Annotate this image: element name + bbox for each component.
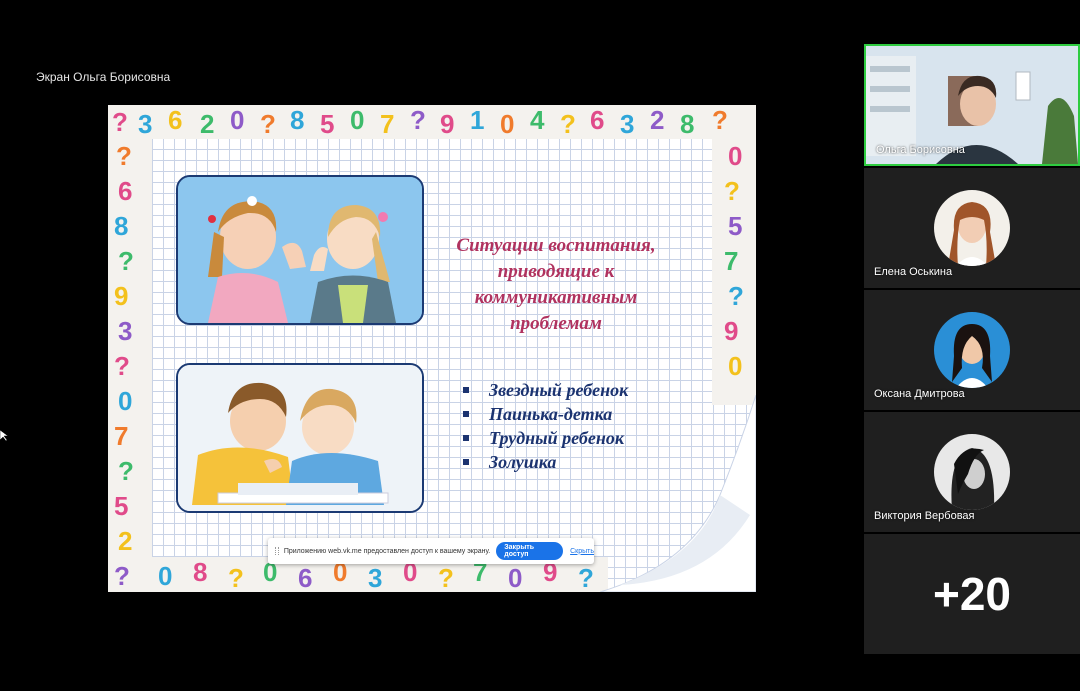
svg-text:?: ? xyxy=(114,351,130,381)
participant-tile[interactable]: Оксана Дмитрова xyxy=(864,290,1080,410)
slide-title-line: приводящие к xyxy=(497,261,615,282)
svg-text:0: 0 xyxy=(118,386,132,416)
svg-text:7: 7 xyxy=(114,421,128,451)
shared-slide: ? 3 6 2 0 ? 8 5 0 7 ? 9 1 0 4 ? 6 3 2 8 … xyxy=(108,105,756,592)
svg-text:?: ? xyxy=(410,105,426,135)
bullet-square-icon xyxy=(463,459,469,465)
avatar xyxy=(934,312,1010,388)
svg-text:5: 5 xyxy=(114,491,128,521)
participant-name: Елена Оськина xyxy=(874,266,953,278)
participant-name: Виктория Вербовая xyxy=(874,510,975,522)
slide-title-line: проблемам xyxy=(510,313,602,334)
svg-text:0: 0 xyxy=(230,105,244,135)
boys-photo xyxy=(176,363,424,513)
drag-handle-icon[interactable] xyxy=(275,547,279,555)
svg-text:2: 2 xyxy=(118,526,132,556)
screen-share-notice: Приложению web.vk.me предоставлен доступ… xyxy=(268,538,594,564)
stop-sharing-button[interactable]: Закрыть доступ xyxy=(496,542,564,560)
svg-text:0: 0 xyxy=(500,109,514,139)
svg-text:6: 6 xyxy=(118,176,132,206)
svg-text:3: 3 xyxy=(138,109,152,139)
svg-text:8: 8 xyxy=(290,105,304,135)
svg-text:?: ? xyxy=(560,109,576,139)
svg-text:3: 3 xyxy=(368,563,382,592)
slide-title: Ситуации воспитания, приводящие к коммун… xyxy=(438,233,674,337)
svg-text:?: ? xyxy=(728,281,744,311)
svg-text:?: ? xyxy=(260,109,276,139)
svg-text:0: 0 xyxy=(158,561,172,591)
svg-text:3: 3 xyxy=(620,109,634,139)
bullet-square-icon xyxy=(463,435,469,441)
svg-text:8: 8 xyxy=(680,109,694,139)
svg-text:9: 9 xyxy=(114,281,128,311)
svg-text:2: 2 xyxy=(200,109,214,139)
svg-text:8: 8 xyxy=(114,211,128,241)
svg-text:?: ? xyxy=(112,107,128,137)
list-item-text: Золушка xyxy=(489,452,557,472)
hide-notice-link[interactable]: Скрыть xyxy=(570,548,594,555)
girls-photo xyxy=(176,175,424,325)
svg-text:3: 3 xyxy=(118,316,132,346)
slide-title-line: Ситуации воспитания, xyxy=(456,235,656,256)
participant-tile-active-speaker[interactable]: Ольга Борисовна xyxy=(864,44,1080,166)
svg-text:5: 5 xyxy=(728,211,742,241)
svg-text:0: 0 xyxy=(350,105,364,135)
svg-text:?: ? xyxy=(578,563,594,592)
bullet-square-icon xyxy=(463,387,469,393)
svg-text:0: 0 xyxy=(728,141,742,171)
svg-text:?: ? xyxy=(438,563,454,592)
svg-text:?: ? xyxy=(228,563,244,592)
svg-text:?: ? xyxy=(712,105,728,135)
svg-text:5: 5 xyxy=(320,109,334,139)
participant-tile[interactable]: Елена Оськина xyxy=(864,168,1080,288)
participant-tile[interactable]: Виктория Вербовая xyxy=(864,412,1080,532)
mouse-cursor-icon xyxy=(0,430,8,442)
svg-text:4: 4 xyxy=(530,105,545,135)
svg-text:9: 9 xyxy=(440,109,454,139)
svg-text:?: ? xyxy=(114,561,130,591)
svg-text:1: 1 xyxy=(470,105,484,135)
more-participants-tile[interactable]: +20 xyxy=(864,534,1080,654)
slide-title-line: коммуникативным xyxy=(474,287,638,308)
avatar xyxy=(934,190,1010,266)
svg-text:8: 8 xyxy=(193,557,207,587)
more-participants-count: +20 xyxy=(932,568,1012,620)
list-item-text: Паинька-детка xyxy=(489,404,613,424)
svg-text:6: 6 xyxy=(298,563,312,592)
avatar xyxy=(934,434,1010,510)
svg-text:6: 6 xyxy=(168,105,182,135)
svg-text:0: 0 xyxy=(728,351,742,381)
svg-text:7: 7 xyxy=(380,109,394,139)
svg-text:6: 6 xyxy=(590,105,604,135)
svg-text:?: ? xyxy=(724,176,740,206)
svg-text:?: ? xyxy=(116,141,132,171)
share-notice-text: Приложению web.vk.me предоставлен доступ… xyxy=(283,547,491,555)
svg-text:?: ? xyxy=(118,246,134,276)
screen-share-label: Экран Ольга Борисовна xyxy=(36,70,171,84)
svg-text:?: ? xyxy=(118,456,134,486)
page-curl-decoration xyxy=(600,395,756,592)
svg-text:9: 9 xyxy=(724,316,738,346)
participant-name: Оксана Дмитрова xyxy=(874,388,965,400)
svg-text:2: 2 xyxy=(650,105,664,135)
bullet-square-icon xyxy=(463,411,469,417)
svg-text:7: 7 xyxy=(724,246,738,276)
svg-text:0: 0 xyxy=(508,563,522,592)
participant-name: Ольга Борисовна xyxy=(876,144,965,156)
